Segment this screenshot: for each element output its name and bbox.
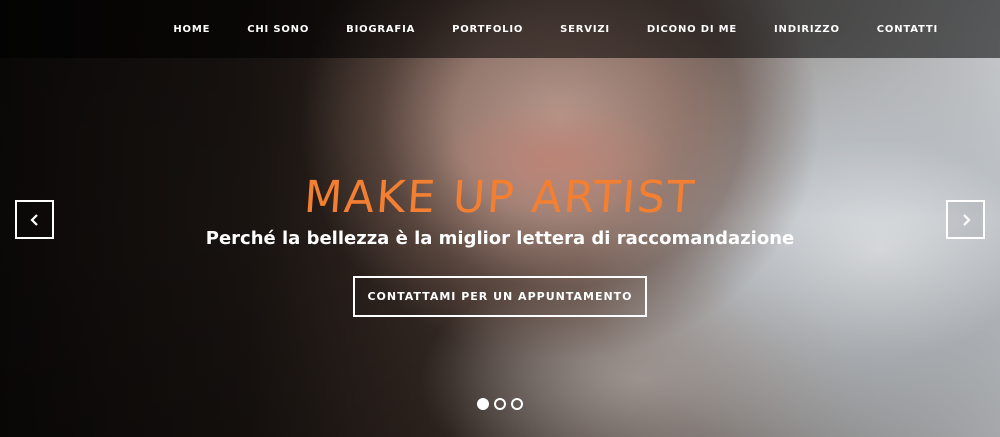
nav-item-home[interactable]: HOME xyxy=(173,24,210,35)
nav-menu: HOME CHI SONO BIOGRAFIA PORTFOLIO SERVIZ… xyxy=(173,0,938,58)
contact-appointment-button[interactable]: CONTATTAMI PER UN APPUNTAMENTO xyxy=(353,276,647,317)
nav-item-contatti[interactable]: CONTATTI xyxy=(877,24,938,35)
nav-item-indirizzo[interactable]: INDIRIZZO xyxy=(774,24,840,35)
hero-title: MAKE UP ARTIST xyxy=(302,172,698,223)
nav-item-servizi[interactable]: SERVIZI xyxy=(560,24,610,35)
hero-slider: HOME CHI SONO BIOGRAFIA PORTFOLIO SERVIZ… xyxy=(0,0,1000,437)
carousel-dot-1[interactable] xyxy=(477,398,489,410)
carousel-dot-2[interactable] xyxy=(494,398,506,410)
nav-item-portfolio[interactable]: PORTFOLIO xyxy=(452,24,523,35)
nav-item-dicono-di-me[interactable]: DICONO DI ME xyxy=(647,24,737,35)
nav-item-biografia[interactable]: BIOGRAFIA xyxy=(346,24,415,35)
carousel-dot-3[interactable] xyxy=(511,398,523,410)
carousel-indicators xyxy=(0,398,1000,410)
hero-subtitle: Perché la bellezza è la miglior lettera … xyxy=(205,228,795,249)
top-navbar: HOME CHI SONO BIOGRAFIA PORTFOLIO SERVIZ… xyxy=(0,0,1000,58)
nav-item-chi-sono[interactable]: CHI SONO xyxy=(247,24,309,35)
